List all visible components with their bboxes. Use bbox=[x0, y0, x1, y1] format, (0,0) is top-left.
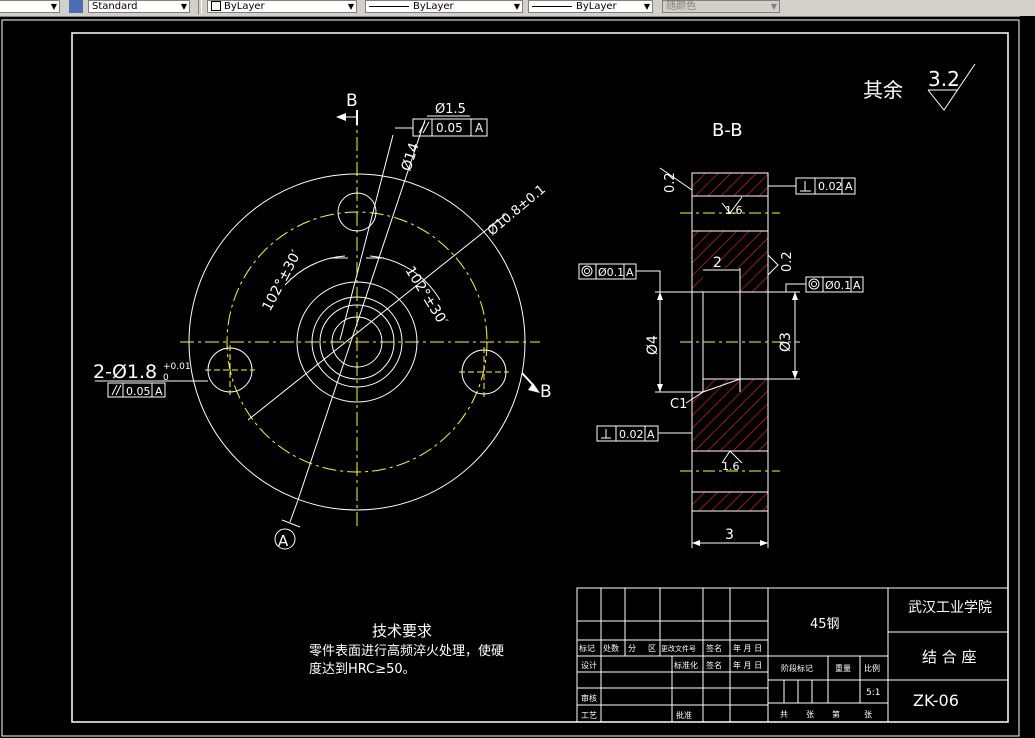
gdt-frame-perp-top: 0.02 A bbox=[768, 177, 856, 195]
svg-text:0.05: 0.05 bbox=[126, 385, 151, 398]
vertical-scrollbar[interactable] bbox=[1020, 16, 1035, 738]
gdt-frame-perp-bottom: 0.02 A bbox=[596, 425, 692, 442]
tb-h-process: 工艺 bbox=[581, 711, 597, 720]
linetype-dropdown[interactable]: ByLayer ▼ bbox=[365, 0, 523, 13]
tb-h-sign1: 签名 bbox=[706, 643, 722, 653]
chevron-down-icon: ▼ bbox=[180, 2, 187, 11]
tb-h-div: 分 bbox=[628, 644, 636, 653]
dim-phi15: Ø1.5 bbox=[435, 102, 466, 117]
dim-holes: 2-Ø1.8 bbox=[93, 361, 157, 383]
svg-text:A: A bbox=[475, 121, 484, 135]
roughness-value: 3.2 bbox=[928, 67, 960, 91]
dim-phi14: Ø14 bbox=[399, 141, 423, 173]
layer-value: ByLayer bbox=[224, 1, 265, 12]
tb-h-check: 审核 bbox=[581, 693, 597, 703]
svg-text:A: A bbox=[853, 279, 861, 292]
tb-h-mark: 标记 bbox=[579, 643, 595, 653]
svg-text:A: A bbox=[155, 385, 163, 398]
tb-h-docno: 更改文件号 bbox=[661, 644, 696, 653]
gdt-frame-conc-right: Ø0.1 A bbox=[785, 276, 864, 293]
tb-part-name: 结 合 座 bbox=[922, 648, 977, 666]
dim-3: 3 bbox=[725, 527, 734, 543]
tb-h-sheets: 张 bbox=[806, 710, 814, 719]
dim-2: 2 bbox=[713, 255, 722, 271]
text-style-dropdown[interactable]: Standard ▼ bbox=[88, 0, 190, 13]
notes-line1: 零件表面进行高频淬火处理，使硬 bbox=[309, 643, 504, 659]
tb-h-approve: 批准 bbox=[676, 710, 692, 720]
lineweight-value: ByLayer bbox=[576, 1, 617, 12]
linetype-value: ByLayer bbox=[413, 1, 454, 12]
plotstyle-dropdown[interactable]: 随颜色 ▼ bbox=[662, 0, 780, 13]
tb-h-total: 共 bbox=[780, 710, 788, 719]
tb-h-std: 标准化 bbox=[674, 660, 698, 670]
dim-02-right: 0.2 bbox=[780, 251, 795, 272]
section-mark-b-top: B bbox=[346, 91, 358, 111]
tb-school: 武汉工业学院 bbox=[908, 600, 992, 616]
section-view: B-B Ø4 Ø3 2 3 0.2 0.2 C1 1.6 1.6 0.02 A … bbox=[578, 120, 864, 548]
tb-h-ratio: 比例 bbox=[864, 663, 880, 673]
datum-a-label: A bbox=[278, 532, 289, 550]
front-view: A 102°±30′ 102°±30′ Ø14 Ø10.8±0.1 Ø1.5 0… bbox=[93, 91, 552, 550]
tb-material: 45钢 bbox=[810, 617, 840, 632]
svg-text:A: A bbox=[845, 180, 853, 193]
tb-h-nth: 第 bbox=[832, 709, 840, 719]
tb-h-date1: 年 月 日 bbox=[733, 643, 762, 653]
svg-text:Ø0.1: Ø0.1 bbox=[598, 266, 624, 279]
partial-dropdown[interactable]: ▼ bbox=[0, 0, 60, 13]
tb-h-date2: 年 月 日 bbox=[733, 660, 762, 670]
text-style-icon[interactable] bbox=[69, 0, 83, 13]
tb-h-sign2: 签名 bbox=[706, 660, 722, 670]
chevron-down-icon: ▼ bbox=[50, 2, 57, 11]
section-title: B-B bbox=[712, 120, 743, 141]
tb-h-zone: 区 bbox=[648, 644, 656, 653]
dim-phi4: Ø4 bbox=[645, 335, 661, 355]
linetype-sample-icon bbox=[369, 5, 409, 7]
svg-text:A: A bbox=[626, 266, 634, 279]
dim-angle-left: 102°±30′ bbox=[259, 248, 304, 314]
toolbar-separator bbox=[198, 0, 202, 14]
svg-text:Ø0.1: Ø0.1 bbox=[825, 279, 851, 292]
color-swatch-icon bbox=[211, 1, 221, 11]
lineweight-dropdown[interactable]: ByLayer ▼ bbox=[528, 0, 653, 13]
properties-toolbar: ▼ Standard ▼ ByLayer ▼ ByLayer ▼ ByLayer ▼ 随… bbox=[0, 0, 1035, 17]
rough-16-top: 1.6 bbox=[725, 204, 743, 217]
notes-line2: 度达到HRC≥50。 bbox=[309, 661, 416, 677]
dim-phi3: Ø3 bbox=[778, 332, 794, 352]
gdt-frame-conc-left: Ø0.1 A bbox=[578, 263, 661, 292]
tb-h-design: 设计 bbox=[581, 660, 597, 670]
svg-text:0.05: 0.05 bbox=[436, 121, 463, 135]
tb-h-count: 处数 bbox=[603, 643, 619, 653]
dim-holes-tol-upper: +0.01 bbox=[163, 362, 191, 372]
notes-title: 技术要求 bbox=[372, 622, 432, 640]
roughness-other-label: 其余 bbox=[863, 78, 903, 102]
plotstyle-value: 随颜色 bbox=[666, 1, 696, 12]
dim-c1: C1 bbox=[670, 397, 687, 412]
chevron-down-icon: ▼ bbox=[643, 2, 650, 11]
text-style-value: Standard bbox=[92, 1, 138, 12]
chevron-down-icon: ▼ bbox=[513, 2, 520, 11]
rough-16-bottom: 1.6 bbox=[722, 460, 740, 473]
svg-text:0.02: 0.02 bbox=[818, 180, 843, 193]
svg-text:0.02: 0.02 bbox=[619, 428, 644, 441]
dim-phi108: Ø10.8±0.1 bbox=[485, 182, 549, 239]
drawing-canvas[interactable]: 其余 3.2 A 102°±30′ 102°±30′ Ø14 Ø10.8±0.1… bbox=[0, 16, 1035, 738]
lineweight-sample-icon bbox=[532, 5, 572, 7]
tb-h-weight: 重量 bbox=[835, 663, 851, 673]
cad-application: { "toolbar": { "textstyle": "Standard", … bbox=[0, 0, 1035, 738]
tb-scale: 5:1 bbox=[866, 688, 880, 698]
sheet-inner-border bbox=[71, 32, 1009, 723]
gdt-frame-parallel-left: 0.05 A bbox=[107, 382, 166, 398]
tb-drawing-no: ZK-06 bbox=[913, 691, 959, 710]
dim-angle-right: 102°±30′ bbox=[402, 264, 451, 329]
svg-text:A: A bbox=[647, 428, 655, 441]
tb-h-stage: 阶段标记 bbox=[781, 663, 813, 673]
chevron-down-icon: ▼ bbox=[770, 2, 777, 11]
chevron-down-icon: ▼ bbox=[347, 2, 354, 11]
layer-color-dropdown[interactable]: ByLayer ▼ bbox=[207, 0, 357, 13]
section-mark-b-right: B bbox=[540, 382, 552, 402]
tb-h-sheet: 张 bbox=[864, 710, 872, 719]
